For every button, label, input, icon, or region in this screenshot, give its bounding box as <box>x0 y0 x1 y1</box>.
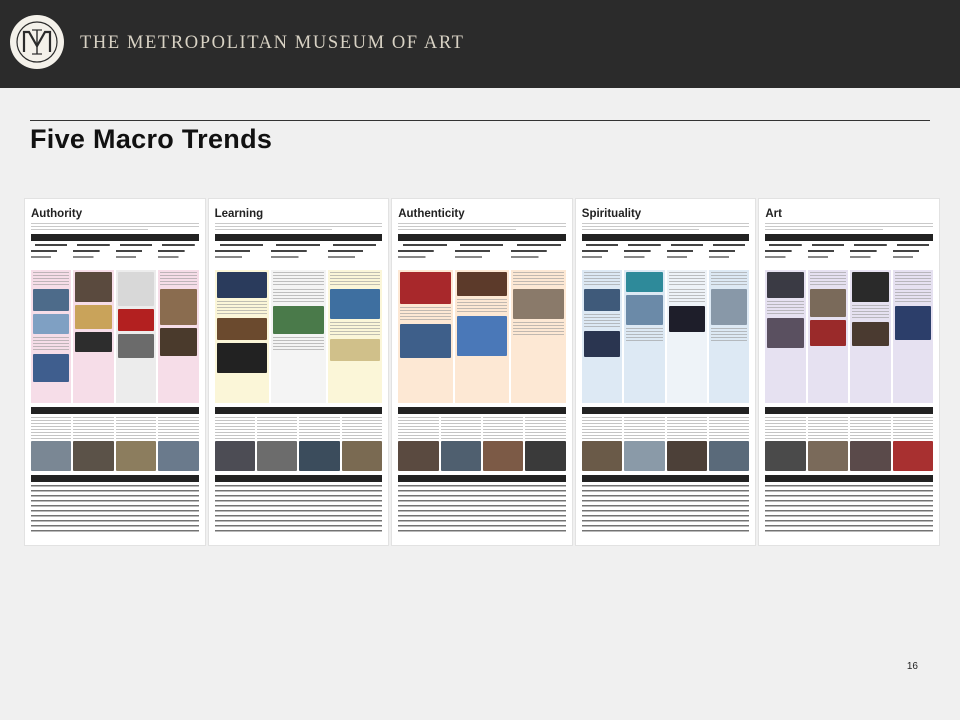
key-questions <box>398 485 566 534</box>
trend-panel-authenticity: Authenticity <box>391 198 573 546</box>
museum-responses <box>765 417 933 472</box>
trend-panels: Authority Learning Authenticity Spiritua… <box>24 198 940 546</box>
panel-title: Authority <box>31 208 83 220</box>
title-divider <box>30 120 930 121</box>
org-name: THE METROPOLITAN MUSEUM OF ART <box>80 33 465 53</box>
panel-title: Authenticity <box>398 208 465 220</box>
key-questions <box>581 485 750 534</box>
panel-title: Art <box>765 208 782 220</box>
examples-area <box>214 270 383 404</box>
trend-panel-learning: Learning <box>207 198 390 546</box>
museum-responses <box>31 417 199 472</box>
key-questions <box>214 485 383 534</box>
examples-area <box>765 270 933 404</box>
met-logo[interactable] <box>10 15 64 69</box>
examples-area <box>31 270 199 404</box>
museum-responses <box>214 417 383 472</box>
examples-area <box>581 270 750 404</box>
museum-responses <box>398 417 566 472</box>
panel-title: Learning <box>214 208 264 220</box>
trend-panel-spirituality: Spirituality <box>574 198 757 546</box>
panel-title: Spirituality <box>581 208 642 220</box>
key-questions <box>765 485 933 534</box>
key-questions <box>31 485 199 534</box>
trend-panel-authority: Authority <box>24 198 206 546</box>
met-monogram-icon <box>16 21 58 63</box>
trend-panel-art: Art <box>758 198 940 546</box>
page-number: 16 <box>906 661 918 672</box>
museum-responses <box>581 417 750 472</box>
header-banner: THE METROPOLITAN MUSEUM OF ART <box>0 0 960 88</box>
examples-area <box>398 270 566 404</box>
slide-title: Five Macro Trends <box>30 124 273 154</box>
